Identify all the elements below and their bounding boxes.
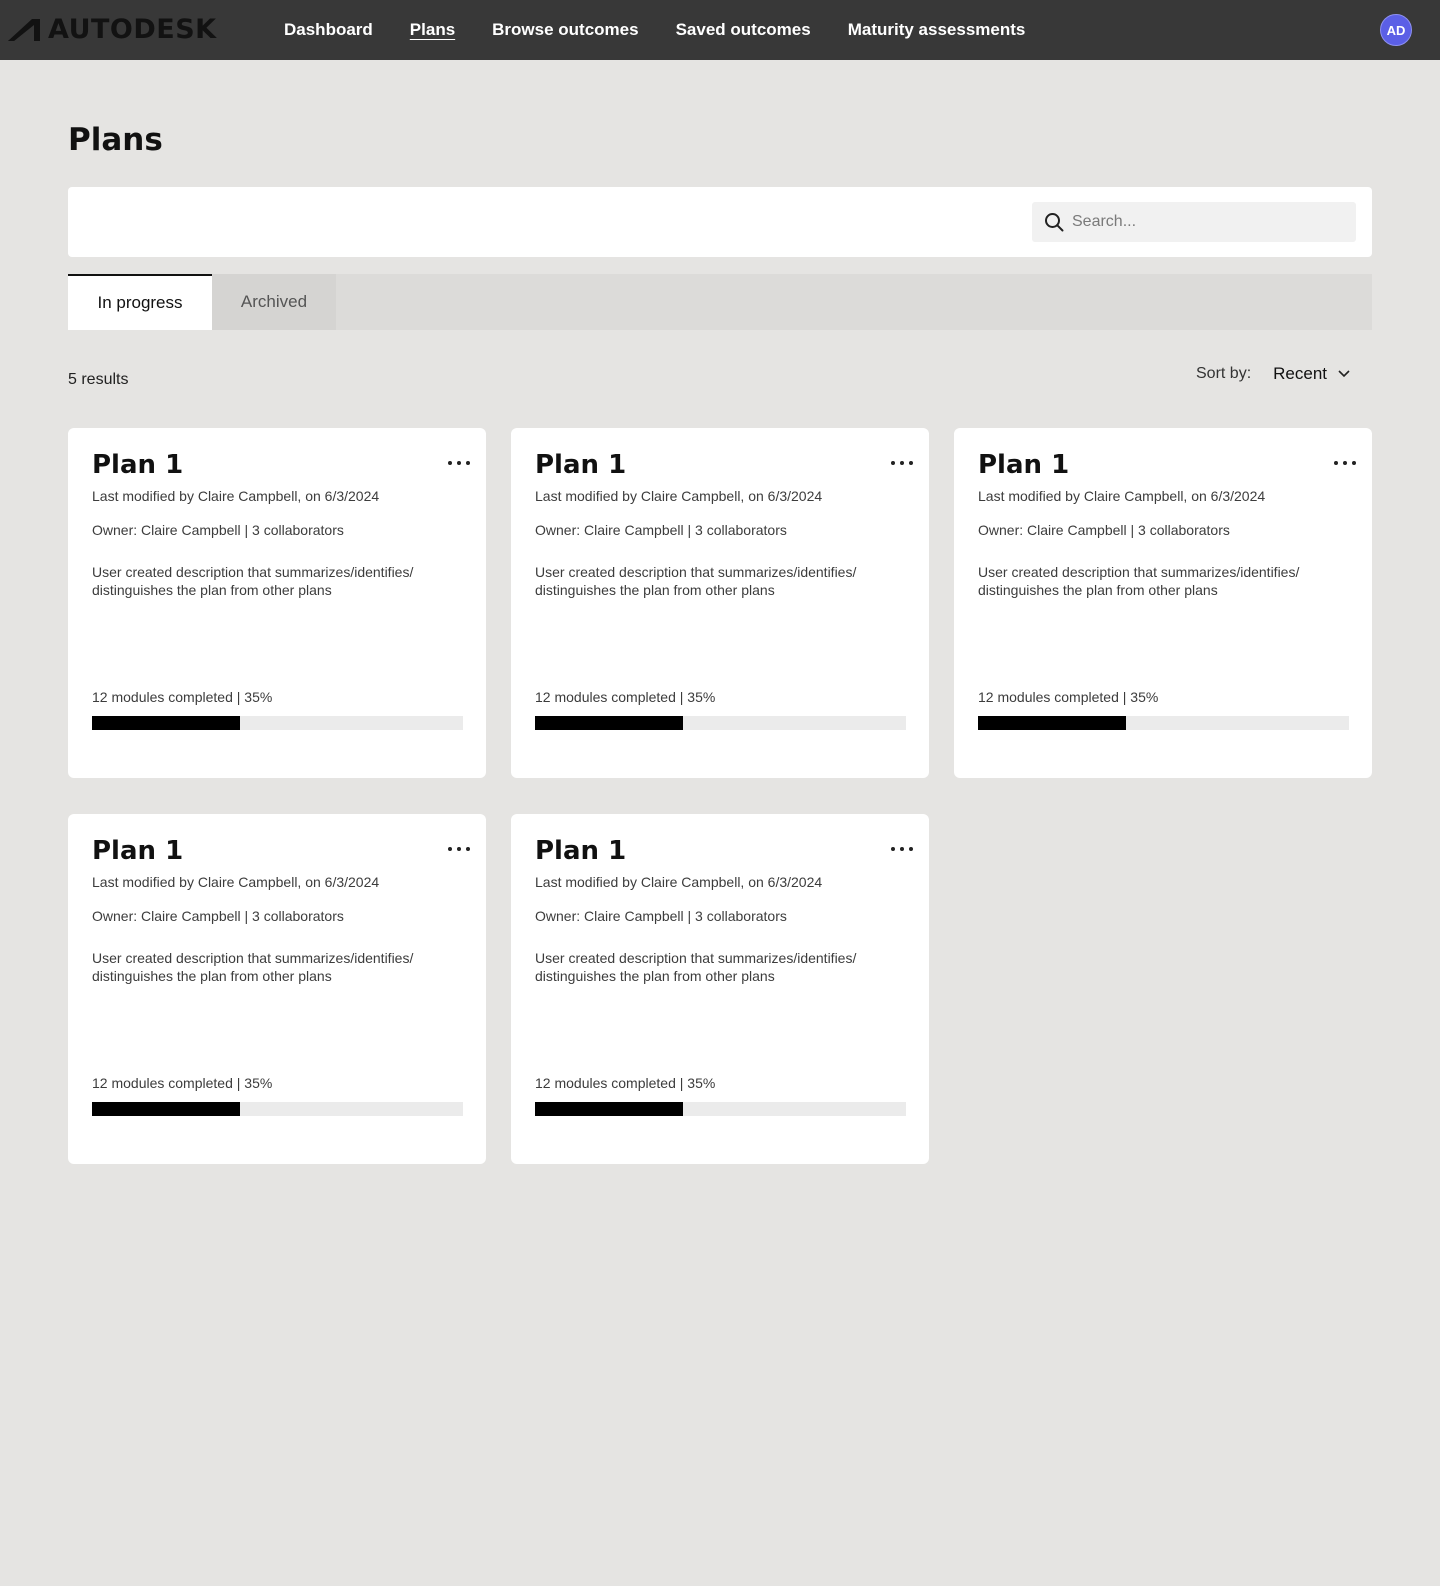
plan-title[interactable]: Plan 1: [978, 450, 1069, 480]
more-options-icon[interactable]: [891, 458, 913, 468]
progress-bar: [535, 1102, 906, 1116]
plan-progress-label: 12 modules completed | 35%: [535, 1075, 716, 1091]
plan-owner: Owner: Claire Campbell | 3 collaborators: [535, 522, 787, 538]
search-box[interactable]: [1032, 202, 1356, 242]
plan-description: User created description that summarizes…: [92, 950, 414, 984]
plan-card[interactable]: Plan 1 Last modified by Claire Campbell,…: [511, 428, 929, 778]
more-options-icon[interactable]: [448, 458, 470, 468]
progress-bar: [92, 1102, 463, 1116]
progress-bar-fill: [92, 716, 241, 730]
plan-last-modified: Last modified by Claire Campbell, on 6/3…: [92, 488, 380, 504]
page-title: Plans: [68, 122, 163, 158]
nav-item-maturity-assessments[interactable]: Maturity assessments: [848, 20, 1026, 40]
nav-item-plans[interactable]: Plans: [410, 20, 455, 40]
more-options-icon[interactable]: [448, 844, 470, 854]
plan-owner: Owner: Claire Campbell | 3 collaborators: [978, 522, 1230, 538]
status-tabs: In progress Archived: [68, 274, 1372, 330]
plan-last-modified: Last modified by Claire Campbell, on 6/3…: [978, 488, 1266, 504]
plan-card[interactable]: Plan 1 Last modified by Claire Campbell,…: [68, 428, 486, 778]
plan-description: User created description that summarizes…: [535, 564, 857, 598]
plan-card[interactable]: Plan 1 Last modified by Claire Campbell,…: [68, 814, 486, 1164]
plan-progress-label: 12 modules completed | 35%: [92, 1075, 273, 1091]
sort-label: Sort by:: [1196, 365, 1252, 382]
user-avatar[interactable]: AD: [1380, 14, 1412, 46]
plan-owner: Owner: Claire Campbell | 3 collaborators: [92, 522, 344, 538]
plan-last-modified: Last modified by Claire Campbell, on 6/3…: [92, 874, 380, 890]
more-options-icon[interactable]: [1334, 458, 1356, 468]
plan-progress-label: 12 modules completed | 35%: [535, 689, 716, 705]
plan-title[interactable]: Plan 1: [535, 836, 626, 866]
progress-bar-fill: [535, 716, 684, 730]
sort-control: Sort by: Recent: [1196, 364, 1351, 384]
progress-bar-fill: [92, 1102, 241, 1116]
nav-item-browse-outcomes[interactable]: Browse outcomes: [492, 20, 638, 40]
plan-progress-label: 12 modules completed | 35%: [92, 689, 273, 705]
plan-card[interactable]: Plan 1 Last modified by Claire Campbell,…: [954, 428, 1372, 778]
sort-dropdown[interactable]: Recent: [1273, 364, 1327, 384]
nav-item-saved-outcomes[interactable]: Saved outcomes: [676, 20, 811, 40]
progress-bar: [978, 716, 1349, 730]
top-navigation-bar: AUTODESK Dashboard Plans Browse outcomes…: [0, 0, 1440, 60]
tab-archived[interactable]: Archived: [212, 274, 336, 330]
plan-description: User created description that summarizes…: [978, 564, 1300, 598]
plan-owner: Owner: Claire Campbell | 3 collaborators: [92, 908, 344, 924]
chevron-down-icon[interactable]: [1337, 369, 1351, 379]
main-nav: Dashboard Plans Browse outcomes Saved ou…: [284, 0, 1062, 60]
progress-bar: [535, 716, 906, 730]
plan-description: User created description that summarizes…: [92, 564, 414, 598]
plan-title[interactable]: Plan 1: [92, 450, 183, 480]
tab-in-progress[interactable]: In progress: [68, 274, 212, 330]
plan-last-modified: Last modified by Claire Campbell, on 6/3…: [535, 488, 823, 504]
search-icon: [1045, 213, 1064, 232]
plan-owner: Owner: Claire Campbell | 3 collaborators: [535, 908, 787, 924]
autodesk-logo-icon: [8, 19, 40, 41]
nav-item-dashboard[interactable]: Dashboard: [284, 20, 373, 40]
plan-last-modified: Last modified by Claire Campbell, on 6/3…: [535, 874, 823, 890]
search-panel: [68, 187, 1372, 257]
brand-logo[interactable]: AUTODESK: [8, 14, 217, 45]
plan-description: User created description that summarizes…: [535, 950, 857, 984]
plan-progress-label: 12 modules completed | 35%: [978, 689, 1159, 705]
brand-name: AUTODESK: [48, 14, 217, 45]
more-options-icon[interactable]: [891, 844, 913, 854]
search-input[interactable]: [1072, 213, 1332, 231]
plan-title[interactable]: Plan 1: [92, 836, 183, 866]
plan-card[interactable]: Plan 1 Last modified by Claire Campbell,…: [511, 814, 929, 1164]
progress-bar: [92, 716, 463, 730]
progress-bar-fill: [535, 1102, 684, 1116]
results-count: 5 results: [68, 371, 129, 388]
plan-title[interactable]: Plan 1: [535, 450, 626, 480]
progress-bar-fill: [978, 716, 1127, 730]
